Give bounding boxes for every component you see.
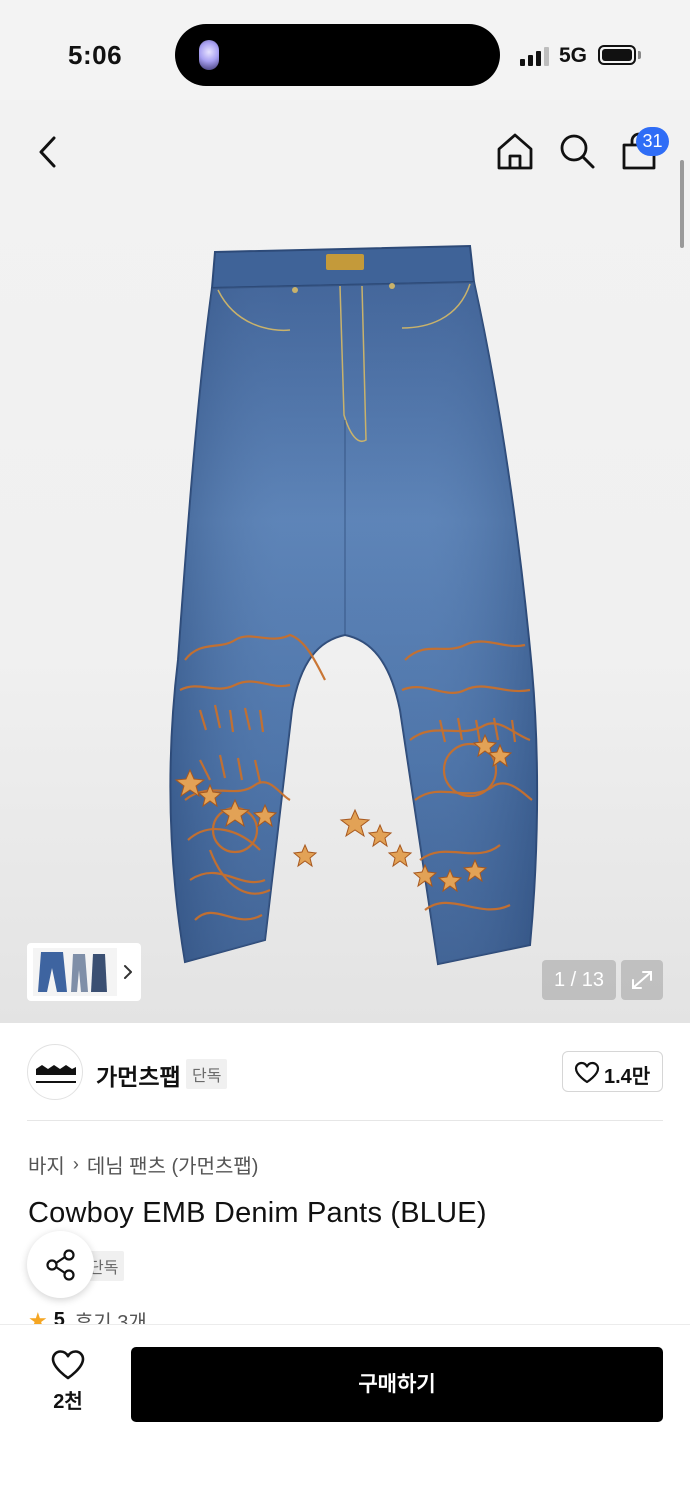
image-counter: 1 / 13	[542, 960, 616, 1000]
brand-name[interactable]: 가먼츠팹	[96, 1058, 181, 1092]
buy-button[interactable]: 구매하기	[131, 1347, 663, 1422]
dynamic-island	[175, 24, 500, 86]
heart-icon	[51, 1350, 85, 1380]
brand-like-count: 1.4만	[604, 1066, 651, 1088]
status-bar: 5:06 5G	[0, 0, 690, 100]
exclusive-tag: 단독	[186, 1059, 228, 1089]
status-time: 5:06	[68, 40, 123, 70]
chevron-right-icon	[124, 965, 132, 979]
search-button[interactable]	[556, 130, 598, 172]
expand-image-button[interactable]	[621, 960, 663, 1000]
wishlist-button[interactable]: 2천	[38, 1349, 98, 1419]
brand-logo[interactable]	[27, 1044, 83, 1100]
thumbnail-strip[interactable]	[27, 943, 141, 1001]
brand-like-button[interactable]: 1.4만	[562, 1051, 663, 1092]
product-gallery[interactable]: 31 1 / 13	[0, 100, 690, 1023]
share-icon	[46, 1249, 75, 1281]
wishlist-count: 2천	[53, 1391, 83, 1413]
breadcrumb-subcategory[interactable]: 데님 팬츠 (가먼츠팹)	[87, 1150, 259, 1179]
expand-icon	[632, 971, 652, 989]
product-title: Cowboy EMB Denim Pants (BLUE)	[28, 1197, 487, 1229]
breadcrumb-category[interactable]: 바지	[28, 1150, 65, 1179]
home-icon	[497, 133, 533, 170]
breadcrumb: 바지 › 데님 팬츠 (가먼츠팹)	[28, 1150, 258, 1179]
chevron-left-icon	[39, 136, 56, 168]
cart-count-badge: 31	[636, 127, 669, 156]
network-type: 5G	[559, 44, 588, 67]
bottom-purchase-bar: 2천 구매하기	[0, 1324, 690, 1500]
garments-fab-logo	[36, 1065, 76, 1083]
search-icon	[560, 134, 595, 169]
divider	[27, 1120, 663, 1121]
signal-icon	[520, 46, 550, 66]
battery-icon	[598, 45, 636, 65]
flashlight-indicator	[199, 40, 219, 70]
home-button[interactable]	[494, 130, 536, 172]
thumbnail-images	[33, 948, 117, 996]
battery-cap	[638, 51, 641, 59]
share-button[interactable]	[27, 1231, 94, 1298]
scroll-indicator	[680, 160, 684, 248]
back-button[interactable]	[30, 130, 70, 174]
heart-icon	[574, 1061, 600, 1084]
chevron-right-icon: ›	[72, 1154, 79, 1174]
product-image	[169, 244, 539, 966]
brand-label-patch	[326, 254, 364, 270]
